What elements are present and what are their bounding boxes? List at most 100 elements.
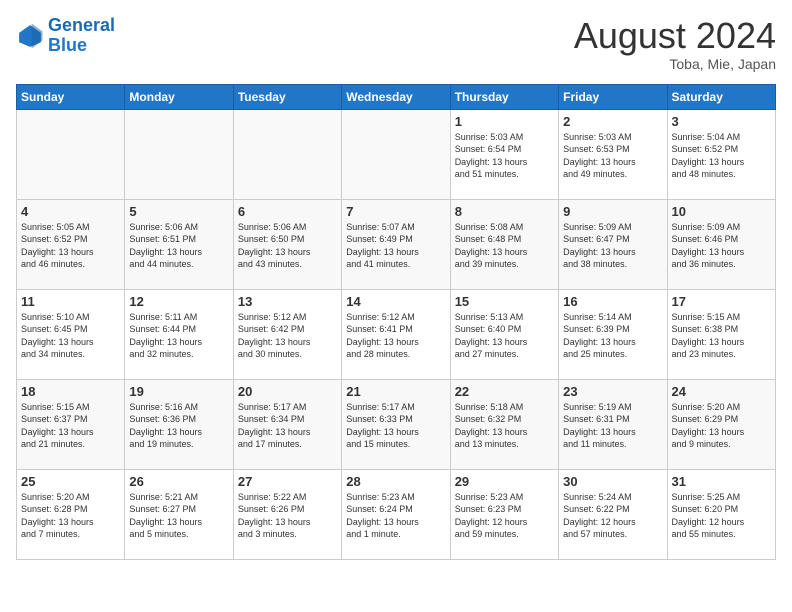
day-info: Sunrise: 5:06 AM Sunset: 6:50 PM Dayligh…: [238, 221, 337, 271]
calendar-cell: 7 Sunrise: 5:07 AM Sunset: 6:49 PM Daylig…: [342, 199, 450, 289]
day-number: 21: [346, 384, 445, 399]
calendar-cell: 16Sunrise: 5:14 AM Sunset: 6:39 PM Dayli…: [559, 289, 667, 379]
day-number: 25: [21, 474, 120, 489]
day-number: 19: [129, 384, 228, 399]
day-number: 15: [455, 294, 554, 309]
calendar-cell: 25 Sunrise: 5:20 AM Sunset: 6:28 PM Dayli…: [17, 469, 125, 559]
calendar-cell: 2Sunrise: 5:03 AM Sunset: 6:53 PM Daylig…: [559, 109, 667, 199]
day-number: 30: [563, 474, 662, 489]
day-number: 22: [455, 384, 554, 399]
day-number: 6: [238, 204, 337, 219]
calendar-cell: 23Sunrise: 5:19 AM Sunset: 6:31 PM Dayli…: [559, 379, 667, 469]
calendar-cell: 22 Sunrise: 5:18 AM Sunset: 6:32 PM Dayli…: [450, 379, 558, 469]
day-number: 20: [238, 384, 337, 399]
day-info: Sunrise: 5:17 AM Sunset: 6:34 PM Dayligh…: [238, 401, 337, 451]
weekday-monday: Monday: [125, 84, 233, 109]
logo-text: General Blue: [48, 16, 115, 56]
week-row-3: 11 Sunrise: 5:10 AM Sunset: 6:45 PM Dayli…: [17, 289, 776, 379]
logo-icon: [16, 22, 44, 50]
day-info: Sunrise: 5:25 AM Sunset: 6:20 PM Dayligh…: [672, 491, 771, 541]
calendar-cell: 28Sunrise: 5:23 AM Sunset: 6:24 PM Dayli…: [342, 469, 450, 559]
day-info: Sunrise: 5:20 AM Sunset: 6:29 PM Dayligh…: [672, 401, 771, 451]
page-header: General Blue August 2024 Toba, Mie, Japa…: [16, 16, 776, 72]
weekday-header-row: SundayMondayTuesdayWednesdayThursdayFrid…: [17, 84, 776, 109]
calendar-body: 1 Sunrise: 5:03 AM Sunset: 6:54 PM Daylig…: [17, 109, 776, 559]
day-number: 17: [672, 294, 771, 309]
day-info: Sunrise: 5:19 AM Sunset: 6:31 PM Dayligh…: [563, 401, 662, 451]
day-number: 18: [21, 384, 120, 399]
calendar-cell: 14 Sunrise: 5:12 AM Sunset: 6:41 PM Dayli…: [342, 289, 450, 379]
calendar-cell: 11 Sunrise: 5:10 AM Sunset: 6:45 PM Dayli…: [17, 289, 125, 379]
weekday-sunday: Sunday: [17, 84, 125, 109]
location: Toba, Mie, Japan: [574, 56, 776, 72]
weekday-wednesday: Wednesday: [342, 84, 450, 109]
month-year: August 2024: [574, 16, 776, 56]
calendar-cell: 3 Sunrise: 5:04 AM Sunset: 6:52 PM Daylig…: [667, 109, 775, 199]
calendar-table: SundayMondayTuesdayWednesdayThursdayFrid…: [16, 84, 776, 560]
calendar-cell: 6 Sunrise: 5:06 AM Sunset: 6:50 PM Daylig…: [233, 199, 341, 289]
day-info: Sunrise: 5:05 AM Sunset: 6:52 PM Dayligh…: [21, 221, 120, 271]
calendar-cell: 8 Sunrise: 5:08 AM Sunset: 6:48 PM Daylig…: [450, 199, 558, 289]
calendar-cell: [342, 109, 450, 199]
calendar-cell: 21Sunrise: 5:17 AM Sunset: 6:33 PM Dayli…: [342, 379, 450, 469]
day-info: Sunrise: 5:20 AM Sunset: 6:28 PM Dayligh…: [21, 491, 120, 541]
calendar-cell: 27 Sunrise: 5:22 AM Sunset: 6:26 PM Dayli…: [233, 469, 341, 559]
day-info: Sunrise: 5:12 AM Sunset: 6:42 PM Dayligh…: [238, 311, 337, 361]
calendar-cell: [125, 109, 233, 199]
day-number: 9: [563, 204, 662, 219]
weekday-tuesday: Tuesday: [233, 84, 341, 109]
calendar-cell: 20 Sunrise: 5:17 AM Sunset: 6:34 PM Dayli…: [233, 379, 341, 469]
day-info: Sunrise: 5:22 AM Sunset: 6:26 PM Dayligh…: [238, 491, 337, 541]
day-number: 14: [346, 294, 445, 309]
calendar-cell: 15 Sunrise: 5:13 AM Sunset: 6:40 PM Dayli…: [450, 289, 558, 379]
title-block: August 2024 Toba, Mie, Japan: [574, 16, 776, 72]
calendar-cell: 19 Sunrise: 5:16 AM Sunset: 6:36 PM Dayli…: [125, 379, 233, 469]
day-number: 11: [21, 294, 120, 309]
week-row-2: 4 Sunrise: 5:05 AM Sunset: 6:52 PM Daylig…: [17, 199, 776, 289]
day-info: Sunrise: 5:08 AM Sunset: 6:48 PM Dayligh…: [455, 221, 554, 271]
calendar-cell: [233, 109, 341, 199]
week-row-4: 18 Sunrise: 5:15 AM Sunset: 6:37 PM Dayli…: [17, 379, 776, 469]
weekday-saturday: Saturday: [667, 84, 775, 109]
day-info: Sunrise: 5:12 AM Sunset: 6:41 PM Dayligh…: [346, 311, 445, 361]
day-info: Sunrise: 5:07 AM Sunset: 6:49 PM Dayligh…: [346, 221, 445, 271]
day-number: 26: [129, 474, 228, 489]
calendar-cell: 24Sunrise: 5:20 AM Sunset: 6:29 PM Dayli…: [667, 379, 775, 469]
day-info: Sunrise: 5:16 AM Sunset: 6:36 PM Dayligh…: [129, 401, 228, 451]
day-number: 1: [455, 114, 554, 129]
calendar-cell: 10Sunrise: 5:09 AM Sunset: 6:46 PM Dayli…: [667, 199, 775, 289]
day-number: 3: [672, 114, 771, 129]
day-info: Sunrise: 5:15 AM Sunset: 6:38 PM Dayligh…: [672, 311, 771, 361]
logo: General Blue: [16, 16, 115, 56]
day-number: 5: [129, 204, 228, 219]
day-number: 7: [346, 204, 445, 219]
day-info: Sunrise: 5:04 AM Sunset: 6:52 PM Dayligh…: [672, 131, 771, 181]
day-number: 2: [563, 114, 662, 129]
day-info: Sunrise: 5:10 AM Sunset: 6:45 PM Dayligh…: [21, 311, 120, 361]
day-info: Sunrise: 5:24 AM Sunset: 6:22 PM Dayligh…: [563, 491, 662, 541]
day-info: Sunrise: 5:03 AM Sunset: 6:54 PM Dayligh…: [455, 131, 554, 181]
day-number: 10: [672, 204, 771, 219]
day-number: 27: [238, 474, 337, 489]
calendar-cell: 26 Sunrise: 5:21 AM Sunset: 6:27 PM Dayli…: [125, 469, 233, 559]
day-info: Sunrise: 5:21 AM Sunset: 6:27 PM Dayligh…: [129, 491, 228, 541]
calendar-cell: 30 Sunrise: 5:24 AM Sunset: 6:22 PM Dayli…: [559, 469, 667, 559]
day-info: Sunrise: 5:15 AM Sunset: 6:37 PM Dayligh…: [21, 401, 120, 451]
day-info: Sunrise: 5:09 AM Sunset: 6:47 PM Dayligh…: [563, 221, 662, 271]
calendar-cell: 18 Sunrise: 5:15 AM Sunset: 6:37 PM Dayli…: [17, 379, 125, 469]
day-info: Sunrise: 5:18 AM Sunset: 6:32 PM Dayligh…: [455, 401, 554, 451]
day-info: Sunrise: 5:06 AM Sunset: 6:51 PM Dayligh…: [129, 221, 228, 271]
week-row-1: 1 Sunrise: 5:03 AM Sunset: 6:54 PM Daylig…: [17, 109, 776, 199]
calendar-cell: 13 Sunrise: 5:12 AM Sunset: 6:42 PM Dayli…: [233, 289, 341, 379]
day-info: Sunrise: 5:23 AM Sunset: 6:24 PM Dayligh…: [346, 491, 445, 541]
day-number: 29: [455, 474, 554, 489]
day-number: 4: [21, 204, 120, 219]
day-info: Sunrise: 5:13 AM Sunset: 6:40 PM Dayligh…: [455, 311, 554, 361]
calendar-cell: 31Sunrise: 5:25 AM Sunset: 6:20 PM Dayli…: [667, 469, 775, 559]
day-info: Sunrise: 5:11 AM Sunset: 6:44 PM Dayligh…: [129, 311, 228, 361]
calendar-cell: 1 Sunrise: 5:03 AM Sunset: 6:54 PM Daylig…: [450, 109, 558, 199]
calendar-cell: 4 Sunrise: 5:05 AM Sunset: 6:52 PM Daylig…: [17, 199, 125, 289]
day-number: 13: [238, 294, 337, 309]
calendar-cell: 9 Sunrise: 5:09 AM Sunset: 6:47 PM Daylig…: [559, 199, 667, 289]
day-number: 8: [455, 204, 554, 219]
